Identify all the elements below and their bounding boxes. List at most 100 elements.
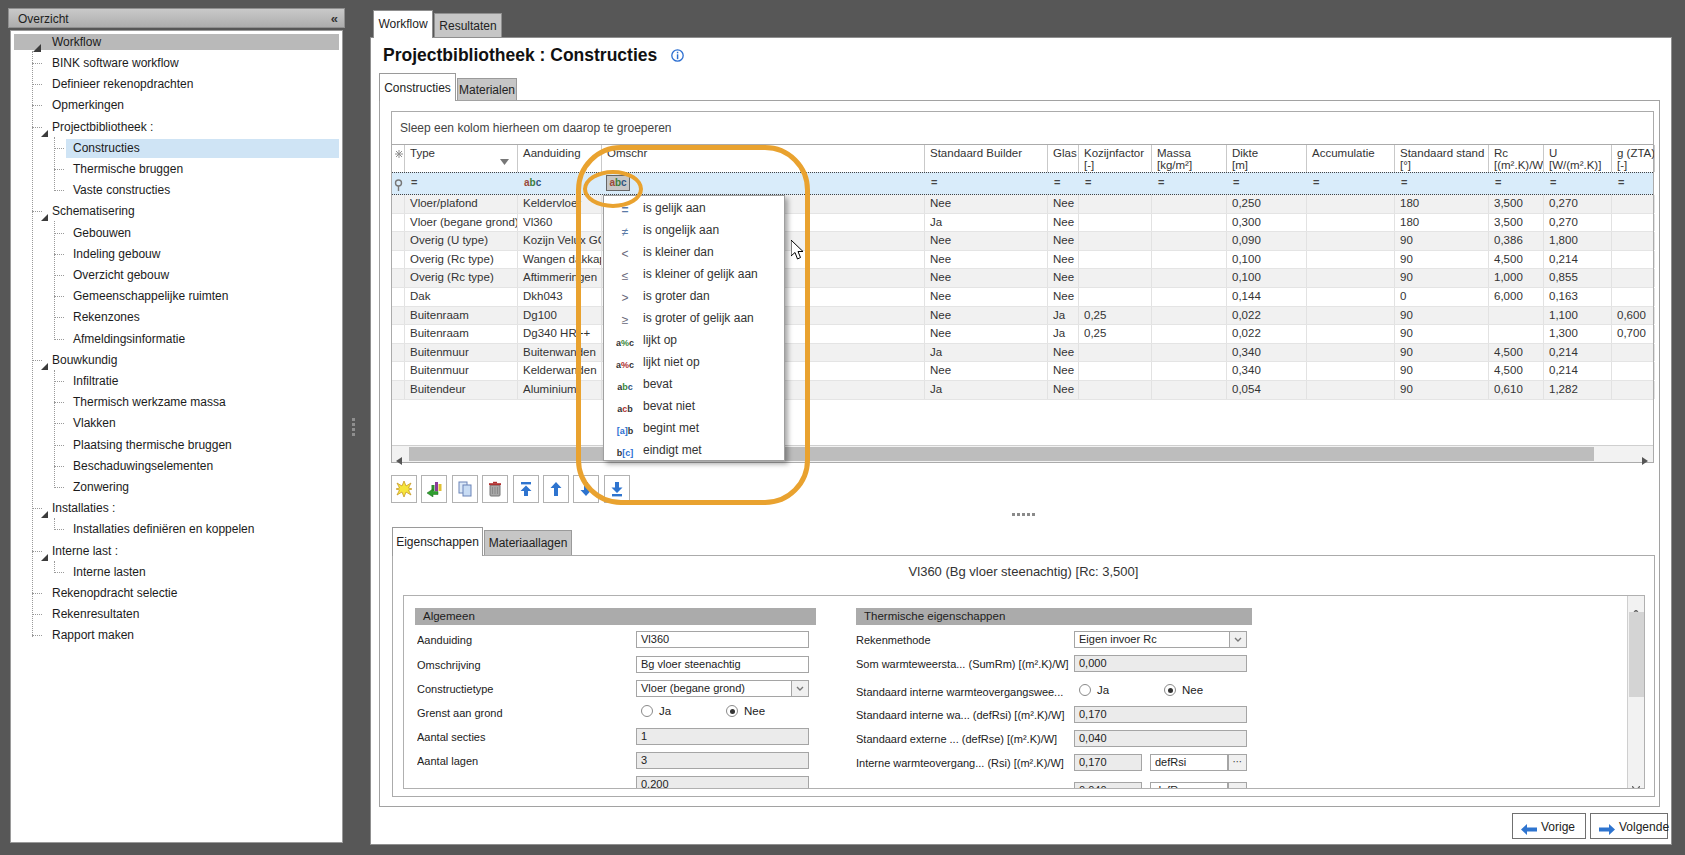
filter-cell-Massa[interactable]: = [1152,173,1227,194]
cell [392,325,405,343]
field-input[interactable]: 0,170 [1074,754,1142,771]
column-header-Kozijnfactor[interactable]: Kozijnfactor[-] [1079,145,1152,172]
field-input[interactable]: 0,170 [1074,706,1247,723]
column-header-Massa[interactable]: Massa[kg/m²] [1152,145,1227,172]
column-header-Accumulatie[interactable]: Accumulatie [1307,145,1395,172]
column-header-U[interactable]: U[W/(m².K)] [1544,145,1612,172]
tree-item[interactable]: Bouwkundig [14,351,339,372]
cell: Ja [1048,325,1079,343]
filter-cell-Accumulatie[interactable]: = [1307,173,1395,194]
tree-item[interactable]: Rekenopdracht selectie [14,584,339,605]
tree-item[interactable]: Installaties definiëren en koppelen [14,520,339,541]
tree-item[interactable]: BINK software workflow [14,54,339,75]
cell: 0,700 [1612,325,1655,343]
tree-item[interactable]: Opmerkingen [14,96,339,117]
tree-item[interactable]: Gebouwen [14,224,339,245]
filter-cell-Standaard Builder[interactable]: = [925,173,1048,194]
tree-item[interactable]: Plaatsing thermische bruggen [14,436,339,457]
tab-workflow[interactable]: Workflow [373,10,433,38]
field-input[interactable]: 0,040 [1074,730,1247,747]
info-icon[interactable] [671,48,684,61]
splitter-handle[interactable] [352,428,355,431]
column-header-Type[interactable]: Type [405,145,518,172]
tab-eigenschappen[interactable]: Eigenschappen [392,527,483,556]
previous-button[interactable]: Vorige [1512,813,1586,839]
tree-item[interactable]: Indeling gebouw [14,245,339,266]
column-header-Standaard stand[interactable]: Standaard stand[°] [1395,145,1489,172]
copy-button[interactable] [452,475,478,503]
filter-cell-Type[interactable]: = [405,173,518,194]
move-top-button[interactable] [513,475,539,503]
tree-item[interactable]: Gemeenschappelijke ruimten [14,287,339,308]
tree-root-item[interactable]: Workflow [14,34,339,50]
column-header-Rc[interactable]: Rc[(m².K)/W] [1489,145,1544,172]
filter-cell-Rc[interactable]: = [1489,173,1544,194]
tree-item[interactable]: Vaste constructies [14,181,339,202]
tree-item[interactable]: Installaties : [14,499,339,520]
filter-cell-U[interactable]: = [1544,173,1612,194]
tree-item[interactable]: Thermisch werkzame massa [14,393,339,414]
tree-item[interactable]: Beschaduwingselementen [14,457,339,478]
tree-item[interactable]: Afmeldingsinformatie [14,330,339,351]
splitter-handle[interactable] [352,418,355,421]
tab-materiaallagen[interactable]: Materiaallagen [484,530,572,556]
splitter-dots[interactable] [1017,513,1020,516]
tab-resultaten[interactable]: Resultaten [434,13,502,38]
field-input[interactable]: defRse [1150,782,1228,789]
tab-materialen[interactable]: Materialen [457,78,517,101]
scroll-left-arrow[interactable] [396,451,402,459]
tree-item[interactable]: Vlakken [14,414,339,435]
filter-cell-Glas[interactable]: = [1048,173,1079,194]
tree-item[interactable]: Projectbibliotheek : [14,118,339,139]
filter-cell-Standaard stand[interactable]: = [1395,173,1489,194]
column-header-Dikte[interactable]: Dikte[m] [1227,145,1307,172]
tree-item[interactable]: Rekenzones [14,308,339,329]
field-input[interactable]: 0,040 [1074,782,1142,789]
scroll-right-arrow[interactable] [1642,451,1648,459]
tree-item[interactable]: Definieer rekenopdrachten [14,75,339,96]
import-button[interactable] [421,475,447,503]
tree-item[interactable]: Thermische bruggen [14,160,339,181]
move-up-button[interactable] [543,475,569,503]
tree-item[interactable]: Rapport maken [14,626,339,647]
column-header-Standaard Builder[interactable]: Standaard Builder [925,145,1048,172]
tree-item[interactable]: Overzicht gebouw [14,266,339,287]
tree-item[interactable]: Zonwering [14,478,339,499]
tree-item[interactable]: Infiltratie [14,372,339,393]
collapse-panel-icon[interactable]: « [331,11,338,26]
tree-item[interactable]: Interne last : [14,542,339,563]
column-header-g (ZTA)[interactable]: g (ZTA)[-] [1612,145,1655,172]
filter-cell-indicator[interactable] [392,173,405,194]
filter-cell-Dikte[interactable]: = [1227,173,1307,194]
thermische-group: Thermische eigenschappenRekenmethodeEige… [404,596,1645,789]
tree-item-selected[interactable]: Constructies [14,139,339,160]
radio-nee[interactable]: Nee [1164,683,1244,699]
delete-button[interactable] [482,475,508,503]
splitter-dots[interactable] [1022,513,1025,516]
tree-item[interactable]: Rekenresultaten [14,605,339,626]
column-header-indicator[interactable] [392,145,405,172]
expander-icon [33,38,41,46]
field-input[interactable]: defRsi [1150,754,1228,771]
splitter-handle[interactable] [352,433,355,436]
new-button[interactable] [391,475,417,503]
splitter-dots[interactable] [1027,513,1030,516]
tree-item[interactable]: Schematisering [14,202,339,223]
dropdown-arrow-icon[interactable] [1229,632,1246,647]
radio-ja[interactable]: Ja [1079,683,1159,699]
column-header-Glas[interactable]: Glas [1048,145,1079,172]
splitter-handle[interactable] [352,423,355,426]
ellipsis-button[interactable]: ⋯ [1228,754,1247,771]
splitter-dots[interactable] [1032,513,1035,516]
tree-item[interactable]: Interne lasten [14,563,339,584]
cell: Nee [1048,344,1079,362]
tab-constructies[interactable]: Constructies [379,73,456,101]
field-input[interactable]: 0,000 [1074,655,1247,672]
tree-item-label: Rapport maken [52,628,134,642]
next-button[interactable]: Volgende [1590,813,1668,839]
splitter-dots[interactable] [1012,513,1015,516]
filter-cell-Kozijnfactor[interactable]: = [1079,173,1152,194]
field-select[interactable]: Eigen invoer Rc [1074,631,1247,648]
filter-cell-g (ZTA)[interactable]: = [1612,173,1655,194]
ellipsis-button[interactable]: ⋯ [1228,782,1247,789]
